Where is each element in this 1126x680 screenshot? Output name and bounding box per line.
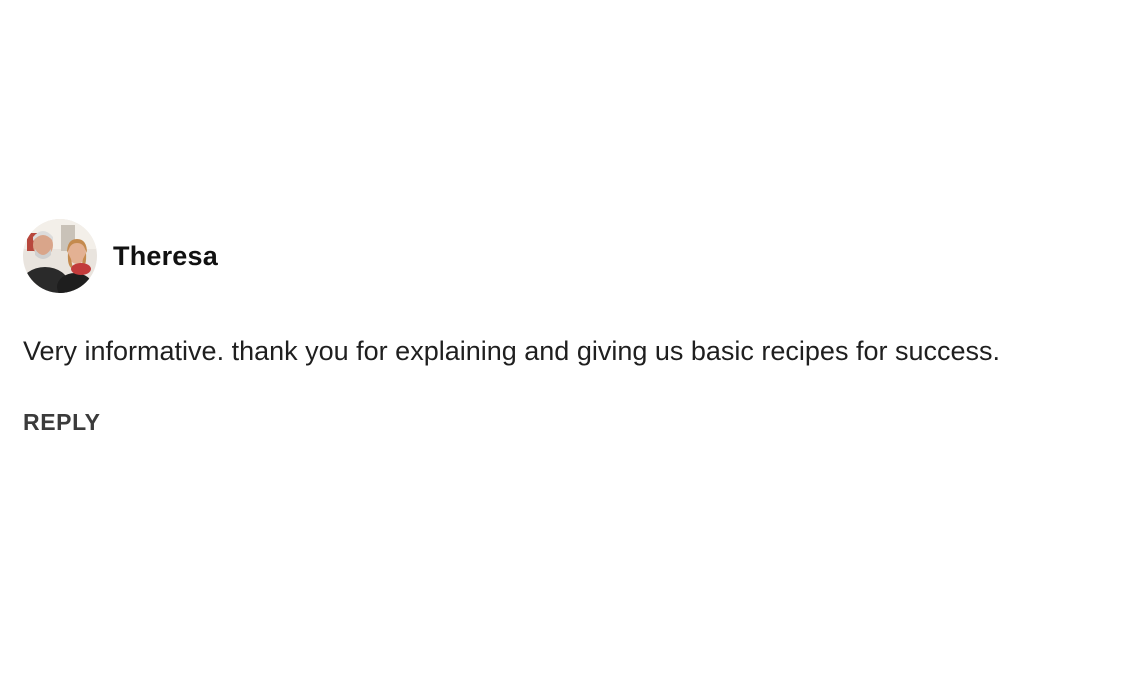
avatar bbox=[23, 219, 97, 293]
comment-header: Theresa bbox=[23, 218, 1113, 294]
comment-text: Very informative. thank you for explaini… bbox=[23, 336, 1000, 366]
comment-card: Theresa Very informative. thank you for … bbox=[23, 218, 1113, 436]
reply-button[interactable]: REPLY bbox=[23, 409, 101, 436]
user-photo-avatar-icon bbox=[23, 219, 97, 293]
comment-author: Theresa bbox=[113, 240, 218, 271]
